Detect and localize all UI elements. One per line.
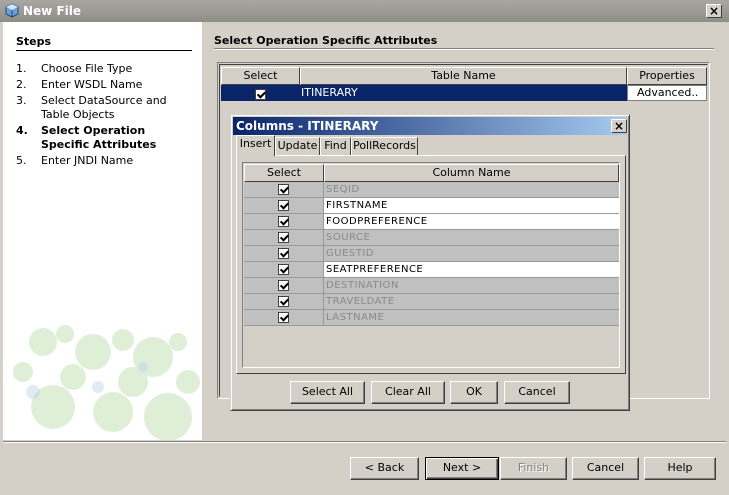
advanced-properties-button[interactable]: Advanced.. xyxy=(627,85,707,101)
clear-all-button[interactable]: Clear All xyxy=(371,381,445,404)
steps-divider xyxy=(16,50,192,51)
dialog-close-button[interactable]: × xyxy=(611,119,627,133)
tab-pollrecords[interactable]: PollRecords xyxy=(351,137,418,155)
decorative-bubbles xyxy=(13,325,200,440)
help-button[interactable]: Help xyxy=(644,457,716,480)
column-name-cell: GUESTID xyxy=(324,246,619,262)
column-select-checkbox[interactable] xyxy=(278,279,289,291)
step-label: Enter JNDI Name xyxy=(41,154,134,167)
title-divider xyxy=(214,48,714,50)
step-number: 5. xyxy=(16,154,27,167)
footer-divider xyxy=(3,441,726,443)
column-header-properties[interactable]: Properties xyxy=(627,67,707,85)
columns-dialog: Columns - ITINERARY × Insert Update Find… xyxy=(230,114,630,411)
step-number: 1. xyxy=(16,62,27,75)
table-row[interactable]: FIRSTNAME xyxy=(244,198,619,214)
column-name-cell: FOODPREFERENCE xyxy=(324,214,619,230)
grid-header-column-name[interactable]: Column Name xyxy=(324,164,619,182)
column-name-cell: LASTNAME xyxy=(324,310,619,326)
back-button[interactable]: < Back xyxy=(350,457,419,480)
window-titlebar[interactable]: New File × xyxy=(0,0,729,22)
step-label: Choose File Type xyxy=(41,62,133,75)
select-all-button[interactable]: Select All xyxy=(290,381,365,404)
column-name-cell: SOURCE xyxy=(324,230,619,246)
table-row[interactable]: TRAVELDATE xyxy=(244,294,619,310)
column-name-cell: TRAVELDATE xyxy=(324,294,619,310)
step-number: 3. xyxy=(16,94,27,107)
step-label: Enter WSDL Name xyxy=(41,78,143,91)
ok-button[interactable]: OK xyxy=(450,381,498,404)
table-row[interactable]: SEQID xyxy=(244,182,619,198)
grid-header-select[interactable]: Select xyxy=(244,164,324,182)
column-select-checkbox[interactable] xyxy=(278,231,289,243)
tab-insert[interactable]: Insert xyxy=(236,135,275,156)
window-title: New File xyxy=(23,4,82,18)
table-row[interactable]: GUESTID xyxy=(244,246,619,262)
dialog-cancel-button[interactable]: Cancel xyxy=(504,381,570,404)
steps-panel: Steps 1. Choose File Type 2. Enter WSDL … xyxy=(3,22,202,440)
column-select-checkbox[interactable] xyxy=(278,311,289,323)
column-select-checkbox[interactable] xyxy=(278,183,289,195)
tab-find[interactable]: Find xyxy=(320,137,351,155)
table-row[interactable]: LASTNAME xyxy=(244,310,619,326)
column-select-checkbox[interactable] xyxy=(278,247,289,259)
tab-update[interactable]: Update xyxy=(275,137,320,155)
column-select-checkbox[interactable] xyxy=(278,295,289,307)
step-label: Select DataSource and Table Objects xyxy=(41,94,167,121)
netbeans-cube-icon xyxy=(5,3,19,18)
table-name-cell: ITINERARY xyxy=(301,86,358,99)
table-row[interactable]: ITINERARY xyxy=(221,85,627,101)
column-select-checkbox[interactable] xyxy=(278,263,289,275)
page-title: Select Operation Specific Attributes xyxy=(214,34,438,47)
step-label: Select Operation Specific Attributes xyxy=(41,124,157,151)
table-row[interactable]: SOURCE xyxy=(244,230,619,246)
column-name-cell: SEATPREFERENCE xyxy=(324,262,619,278)
table-row[interactable]: DESTINATION xyxy=(244,278,619,294)
column-name-cell: SEQID xyxy=(324,182,619,198)
column-header-select[interactable]: Select xyxy=(221,67,300,85)
dialog-titlebar[interactable]: Columns - ITINERARY × xyxy=(233,117,627,135)
dialog-title: Columns - ITINERARY xyxy=(236,119,379,133)
column-select-checkbox[interactable] xyxy=(278,199,289,211)
next-button[interactable]: Next > xyxy=(425,457,499,480)
column-header-table-name[interactable]: Table Name xyxy=(300,67,627,85)
column-select-checkbox[interactable] xyxy=(278,215,289,227)
tab-panel: Select Column Name SEQID FIRSTNAME FOODP… xyxy=(236,155,626,374)
step-number: 2. xyxy=(16,78,27,91)
window-close-button[interactable]: × xyxy=(706,4,722,18)
steps-heading: Steps xyxy=(16,35,52,48)
columns-grid: Select Column Name SEQID FIRSTNAME FOODP… xyxy=(242,162,620,368)
column-name-cell: FIRSTNAME xyxy=(324,198,619,214)
table-row[interactable]: FOODPREFERENCE xyxy=(244,214,619,230)
table-select-checkbox[interactable] xyxy=(255,87,266,100)
cancel-button[interactable]: Cancel xyxy=(572,457,639,480)
table-row[interactable]: SEATPREFERENCE xyxy=(244,262,619,278)
step-number: 4. xyxy=(16,124,28,137)
finish-button[interactable]: Finish xyxy=(500,457,567,480)
column-name-cell: DESTINATION xyxy=(324,278,619,294)
